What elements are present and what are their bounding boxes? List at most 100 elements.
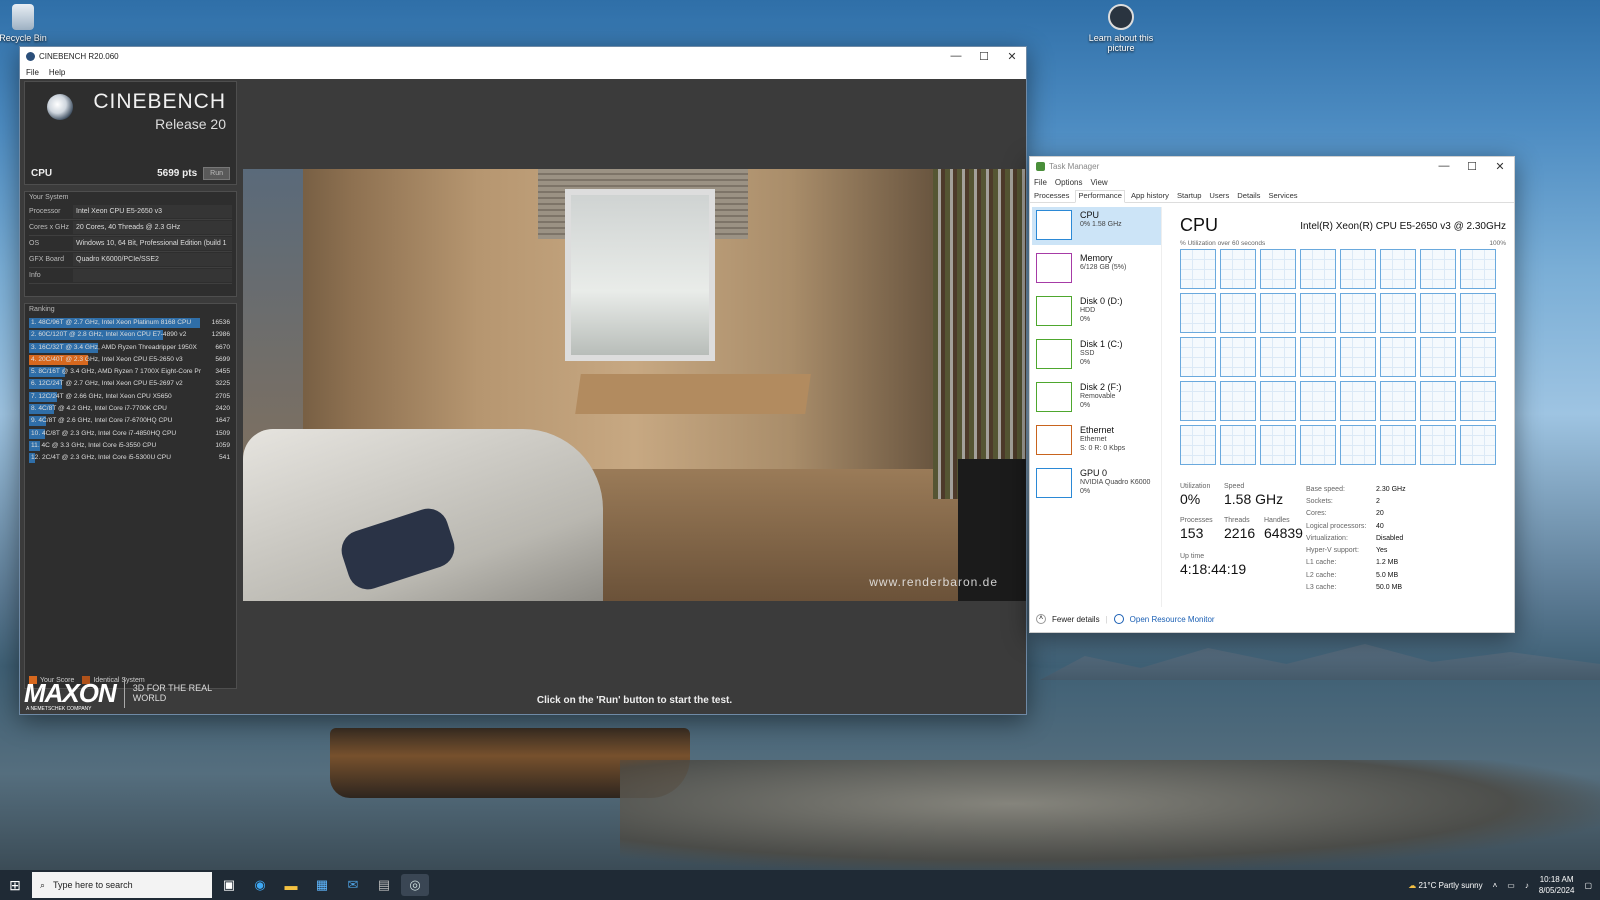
store-icon[interactable]: ▦ [308,874,336,896]
desktop-icon-learn-picture[interactable]: Learn about this picture [1086,4,1156,53]
spec-value: 2 [1376,497,1380,505]
sidebar-text: Disk 2 (F:) Removable 0% [1080,382,1122,410]
ranking-label: 5. 8C/16T @ 3.4 GHz, AMD Ryzen 7 1700X E… [31,368,202,376]
recycle-bin-icon [12,4,34,30]
desktop-icon-label: Learn about this picture [1088,33,1154,53]
sidebar-item-sub: S: 0 R: 0 Kbps [1080,445,1126,452]
wallpaper-rocks [620,760,1600,870]
tab-startup[interactable]: Startup [1175,191,1203,202]
logical-processor-graph [1260,249,1296,289]
cinebench-titlebar[interactable]: CINEBENCH R20.060 — ☐ ✕ [20,47,1026,65]
sidebar-item-sub: 0% [1080,359,1091,366]
tab-performance[interactable]: Performance [1075,190,1125,203]
system-key: Cores x GHz [29,224,70,231]
logical-processor-graph [1180,381,1216,421]
sidebar-item-sub: 0% [1080,488,1091,495]
sidebar-item-name: Ethernet [1080,425,1115,435]
render-viewport: www.renderbaron.de [243,169,1026,601]
fewer-details-link[interactable]: Fewer details [1052,615,1100,624]
mail-icon[interactable]: ✉ [339,874,367,896]
spec-row: L3 cache: 50.0 MB [1306,581,1506,593]
system-row: OS Windows 10, 64 Bit, Professional Editi… [29,236,232,252]
menu-options[interactable]: Options [1055,178,1083,187]
sidebar-item[interactable]: Disk 2 (F:) Removable 0% [1032,379,1161,417]
tab-processes[interactable]: Processes [1032,191,1071,202]
maximize-icon[interactable]: ☐ [970,50,998,63]
system-row: Cores x GHz 20 Cores, 40 Threads @ 2.3 GH… [29,220,232,236]
edge-icon[interactable]: ◉ [246,874,274,896]
logical-processor-graph [1300,293,1336,333]
ranking-row: 9. 4C/8T @ 2.6 GHz, Intel Core i7-6700HQ… [29,415,232,427]
tab-users[interactable]: Users [1207,191,1231,202]
chevron-up-icon[interactable]: ˄ [1493,881,1498,890]
volume-icon[interactable]: ♪ [1525,881,1529,890]
sidebar-item[interactable]: CPU 0% 1.58 GHz [1032,207,1161,245]
ranking-row: 5. 8C/16T @ 3.4 GHz, AMD Ryzen 7 1700X E… [29,366,232,378]
stat-label: Handles [1264,517,1290,524]
spec-row: Cores: 20 [1306,508,1506,520]
sidebar-item[interactable]: GPU 0 NVIDIA Quadro K6000 0% [1032,465,1161,503]
logical-processor-graph [1220,337,1256,377]
sidebar-item[interactable]: Ethernet Ethernet S: 0 R: 0 Kbps [1032,422,1161,460]
notifications-icon[interactable]: ▢ [1584,881,1592,890]
stat-speed: Speed 1.58 GHz [1224,483,1283,507]
task-manager-titlebar[interactable]: Task Manager — ☐ ✕ [1030,157,1514,175]
menu-help[interactable]: Help [49,68,65,77]
logical-processor-graph [1420,293,1456,333]
minimize-icon[interactable]: — [942,50,970,62]
sidebar-item-sub: 6/128 GB (5%) [1080,264,1127,271]
windows-start-icon[interactable]: ⊞ [0,877,30,894]
sidebar-item-name: CPU [1080,210,1100,220]
sidebar-item[interactable]: Disk 0 (D:) HDD 0% [1032,293,1161,331]
desktop-icon-recycle-bin[interactable]: Recycle Bin [0,4,58,43]
logical-processor-graph [1220,381,1256,421]
sidebar-item[interactable]: Memory 6/128 GB (5%) [1032,250,1161,288]
task-manager-taskbar-icon[interactable]: ▤ [370,874,398,896]
close-icon[interactable]: ✕ [998,50,1026,63]
utilization-max: 100% [1489,240,1506,247]
sidebar-text: Disk 0 (D:) HDD 0% [1080,296,1123,324]
resource-monitor-icon [1113,614,1124,624]
sidebar-item-sub: HDD [1080,307,1096,314]
logical-processor-graph [1420,425,1456,465]
sidebar-thumbnail [1036,339,1072,369]
task-view-icon[interactable]: ▣ [215,874,243,896]
minimize-icon[interactable]: — [1430,160,1458,172]
close-icon[interactable]: ✕ [1486,160,1514,173]
file-explorer-icon[interactable]: ▬ [277,874,305,896]
system-value: Quadro K6000/PCIe/SSE2 [73,253,232,266]
menu-file[interactable]: File [1034,178,1047,187]
maxon-wordmark: MAXON [24,677,117,708]
window-title: Task Manager [1049,161,1100,171]
network-icon[interactable]: ▭ [1507,881,1515,890]
spec-value: 50.0 MB [1376,584,1403,592]
menu-view[interactable]: View [1090,178,1107,187]
stat-label: Speed [1224,483,1245,490]
maximize-icon[interactable]: ☐ [1458,160,1486,173]
logical-processor-graph [1300,425,1336,465]
logical-processor-graph [1180,337,1216,377]
system-key: OS [29,240,40,247]
tab-details[interactable]: Details [1235,191,1262,202]
tab-services[interactable]: Services [1266,191,1299,202]
learn-about-picture-icon [1108,4,1134,30]
menu-file[interactable]: File [26,68,39,77]
spec-value: 2.30 GHz [1376,485,1406,493]
open-resource-monitor-link[interactable]: Open Resource Monitor [1130,615,1215,624]
sidebar-item[interactable]: Disk 1 (C:) SSD 0% [1032,336,1161,374]
chevron-up-icon[interactable]: ˄ [1036,614,1046,624]
run-button[interactable]: Run [203,166,230,180]
clock[interactable]: 10:18 AM 8/05/2024 [1539,874,1575,896]
stat-uptime: Up time 4:18:44:19 [1180,553,1246,577]
logical-processor-graph [1380,249,1416,289]
cinebench-taskbar-icon[interactable]: ◎ [401,874,429,896]
score-label: CPU [31,167,53,179]
ranking-row: 7. 12C/24T @ 2.66 GHz, Intel Xeon CPU X5… [29,391,232,403]
taskbar-search[interactable]: ⌕ Type here to search [32,872,212,898]
system-key: GFX Board [29,256,65,263]
logical-processor-graph [1380,381,1416,421]
sidebar-thumbnail [1036,468,1072,498]
weather-widget[interactable]: ☁ 21°C Partly sunny [1408,881,1482,890]
logical-processor-graph [1300,337,1336,377]
tab-app-history[interactable]: App history [1129,191,1171,202]
